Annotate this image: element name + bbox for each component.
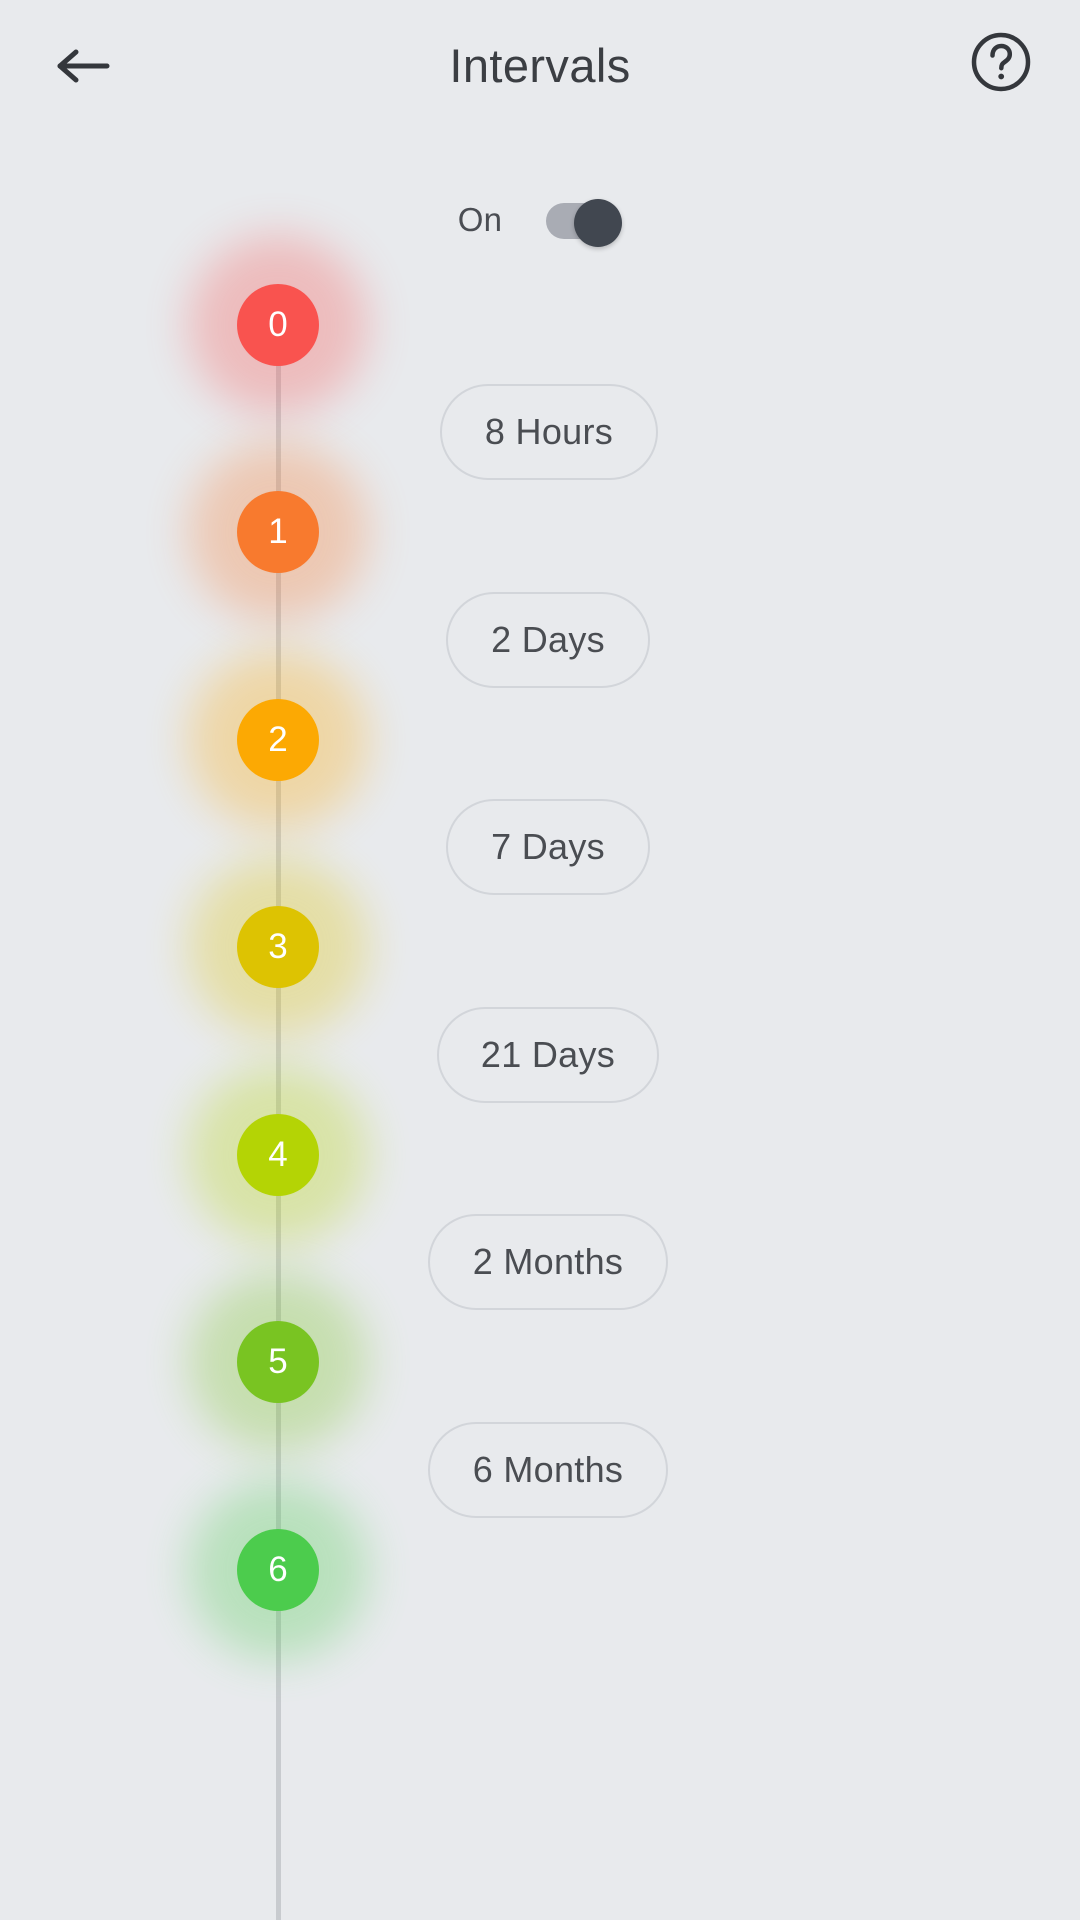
- timeline-node-label: 3: [268, 927, 288, 966]
- timeline-node-6[interactable]: 6: [237, 1529, 319, 1611]
- interval-pill[interactable]: 7 Days: [446, 799, 650, 895]
- timeline-node-label: 4: [268, 1135, 288, 1174]
- enable-toggle-row: On: [0, 190, 1080, 250]
- timeline-node-2[interactable]: 2: [237, 699, 319, 781]
- timeline-node-0[interactable]: 0: [237, 284, 319, 366]
- timeline-node-4[interactable]: 4: [237, 1114, 319, 1196]
- timeline-node-label: 6: [268, 1550, 288, 1589]
- interval-pill-label: 8 Hours: [484, 411, 614, 452]
- interval-pill-label: 2 Days: [491, 619, 605, 660]
- timeline-node-3[interactable]: 3: [237, 906, 319, 988]
- intervals-screen: Intervals On 0 1 2 3 4 5 6 8 Hours 2 Days 7 Days…: [0, 0, 1080, 1920]
- interval-pill[interactable]: 21 Days: [437, 1007, 659, 1103]
- timeline-node-label: 2: [268, 720, 288, 759]
- interval-pill[interactable]: 8 Hours: [440, 384, 658, 480]
- toggle-label: On: [457, 201, 503, 238]
- timeline-node-label: 5: [268, 1342, 288, 1381]
- help-button[interactable]: [970, 31, 1032, 98]
- timeline-node-label: 0: [268, 305, 288, 344]
- interval-pill-label: 7 Days: [491, 826, 605, 867]
- timeline-node-5[interactable]: 5: [237, 1321, 319, 1403]
- page-title: Intervals: [449, 39, 631, 92]
- switch-thumb[interactable]: [574, 199, 623, 247]
- help-circle-icon: [970, 31, 1032, 98]
- interval-pill[interactable]: 2 Months: [428, 1214, 668, 1310]
- interval-pill-label: 21 Days: [480, 1034, 616, 1075]
- intervals-timeline: 0 1 2 3 4 5 6 8 Hours 2 Days 7 Days 21 Days 2 Mont…: [0, 235, 1080, 1920]
- interval-pill-label: 2 Months: [472, 1241, 624, 1282]
- interval-pill[interactable]: 2 Days: [446, 592, 650, 688]
- interval-pill[interactable]: 6 Months: [428, 1422, 668, 1518]
- timeline-node-label: 1: [268, 512, 288, 551]
- enable-switch[interactable]: [546, 199, 623, 247]
- timeline-node-1[interactable]: 1: [237, 491, 319, 573]
- interval-pill-label: 6 Months: [472, 1449, 624, 1490]
- app-header: Intervals: [0, 0, 1080, 132]
